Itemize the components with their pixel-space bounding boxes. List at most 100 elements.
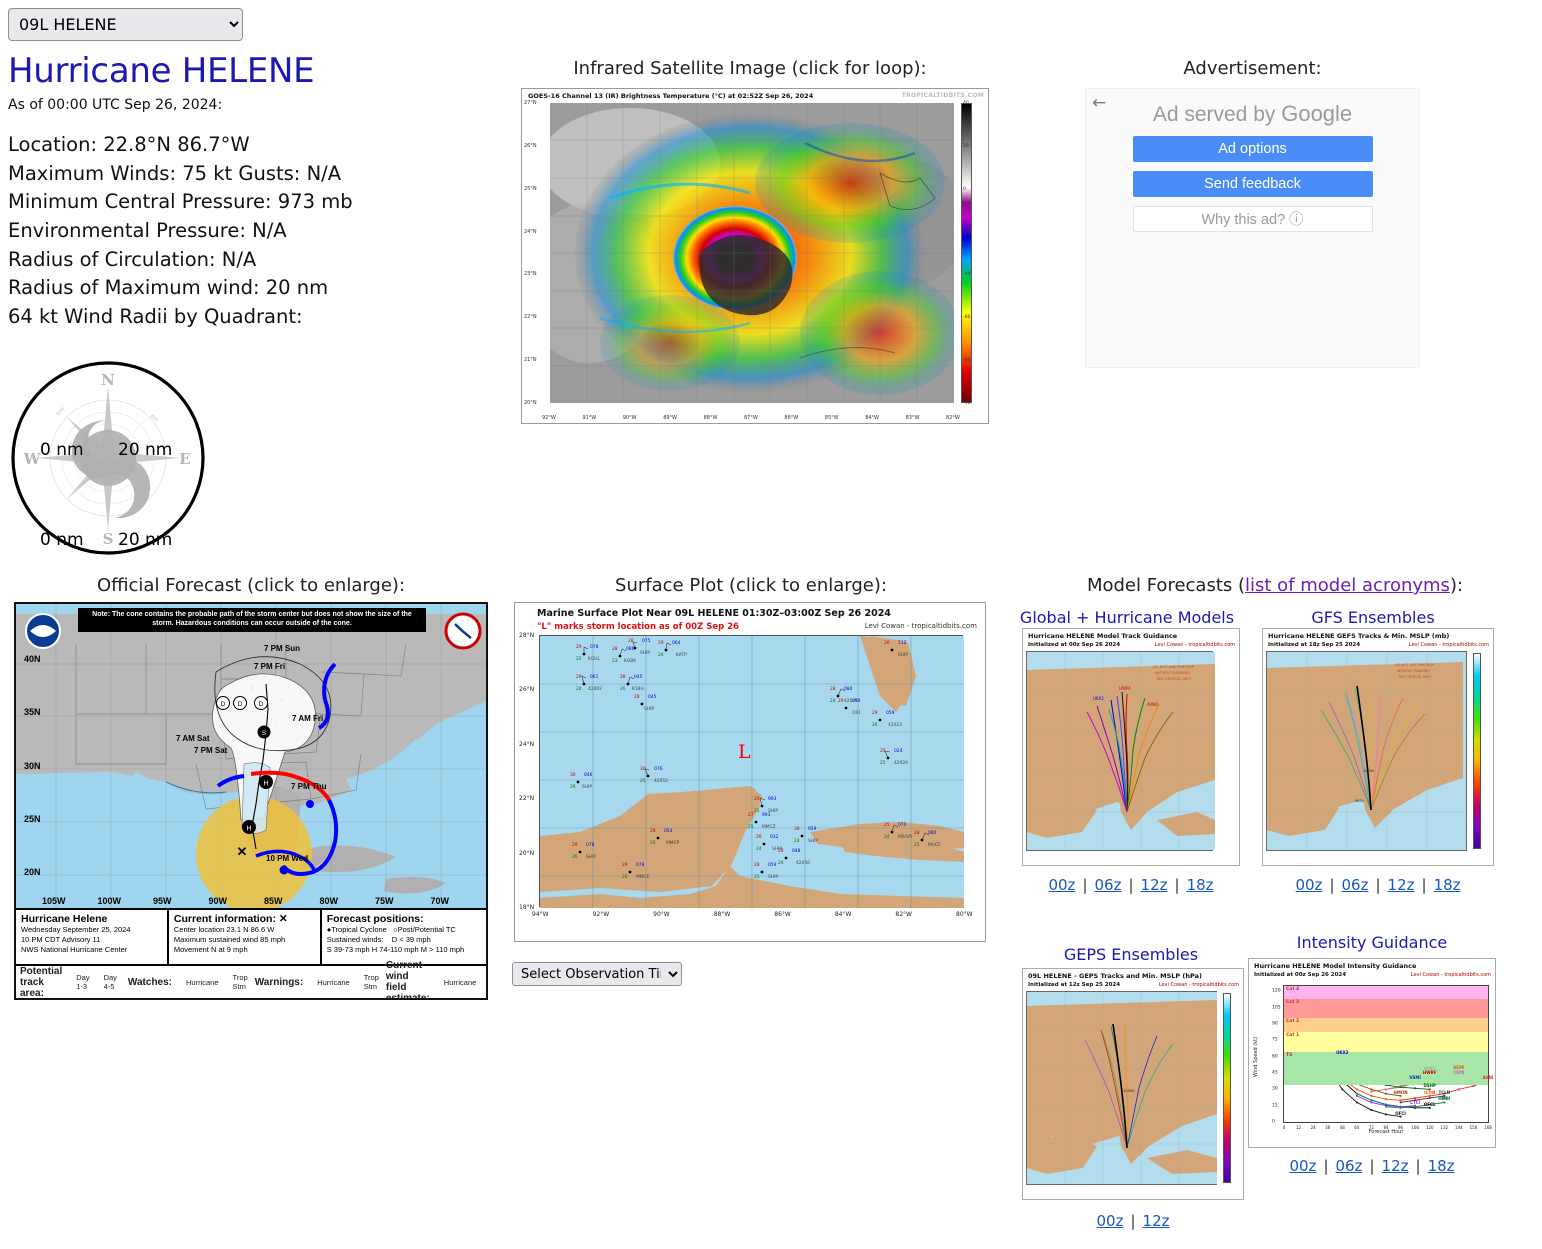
cone-track-label: 10 PM Wed xyxy=(266,854,309,863)
svg-text:29: 29 xyxy=(576,674,582,680)
svg-text:26: 26 xyxy=(572,854,578,860)
satellite-lon-tick: 90°W xyxy=(622,415,637,421)
svg-text:✕: ✕ xyxy=(237,844,248,859)
cone-lon-tick: 75W xyxy=(375,896,394,906)
hour-link-18z[interactable]: 18z xyxy=(1434,876,1461,894)
hour-link-06z[interactable]: 06z xyxy=(1095,876,1122,894)
intensity-data-point xyxy=(1399,1099,1402,1102)
back-arrow-icon[interactable]: ← xyxy=(1092,95,1106,112)
official-forecast-caption: Official Forecast (click to enlarge): xyxy=(96,575,406,596)
satellite-lon-tick: 86°W xyxy=(784,415,799,421)
svg-text:27: 27 xyxy=(748,812,754,818)
hour-link-12z[interactable]: 12z xyxy=(1143,1212,1170,1230)
hour-link-00z[interactable]: 00z xyxy=(1048,876,1075,894)
hour-link-12z[interactable]: 12z xyxy=(1388,876,1415,894)
svg-text:26: 26 xyxy=(622,874,628,880)
legend-day13: Day 1-3 xyxy=(76,973,90,991)
cone-track-label: 7 PM Fri xyxy=(254,662,286,671)
hour-link-00z[interactable]: 00z xyxy=(1289,1157,1316,1175)
svg-text:29: 29 xyxy=(658,640,664,646)
wind-radii-nw: 0 nm xyxy=(40,440,84,460)
hour-link-12z[interactable]: 12z xyxy=(1141,876,1168,894)
cone-lon-tick: 105W xyxy=(42,896,66,906)
model-forecasts-suffix: ): xyxy=(1449,575,1464,596)
hour-link-18z[interactable]: 18z xyxy=(1428,1157,1455,1175)
official-forecast-map[interactable]: D D D S H H ✕ Note: The cone contains th… xyxy=(14,602,488,1000)
panel-heading-intensity-guidance: Intensity Guidance xyxy=(1296,933,1448,952)
cone-lat-tick: 40N xyxy=(24,654,41,664)
compass-west-label: W xyxy=(23,450,42,468)
svg-text:25: 25 xyxy=(754,796,760,802)
intensity-y-tick: 75 xyxy=(1272,1037,1278,1043)
cone-disclaimer-note: Note: The cone contains the probable pat… xyxy=(78,608,426,632)
storm-selector[interactable]: 09L HELENE xyxy=(8,8,243,41)
page-title: Hurricane HELENE xyxy=(8,51,315,91)
svg-text:MMCZ: MMCZ xyxy=(762,824,776,830)
ad-options-button[interactable]: Ad options xyxy=(1132,136,1373,162)
hour-link-12z[interactable]: 12z xyxy=(1382,1157,1409,1175)
legend-max-wind: Maximum sustained wind 85 mph xyxy=(173,934,286,944)
model-image-title: Hurricane HELENE Model Track Guidance xyxy=(1028,632,1178,640)
intensity-data-point xyxy=(1370,1109,1373,1111)
why-this-ad-button[interactable]: Why this ad? ⓘ xyxy=(1132,206,1373,232)
model-acronyms-link[interactable]: list of model acronyms xyxy=(1245,575,1450,596)
satellite-cbar-tick: 0 xyxy=(963,186,966,192)
svg-text:080: 080 xyxy=(928,830,937,836)
hour-link-18z[interactable]: 18z xyxy=(1187,876,1214,894)
model-track-guidance-image[interactable]: Hurricane HELENE Model Track Guidance In… xyxy=(1022,628,1240,866)
cone-track-label: 7 PM Thu xyxy=(291,782,327,791)
hour-link-06z[interactable]: 06z xyxy=(1342,876,1369,894)
satellite-lon-tick: 85°W xyxy=(824,415,839,421)
intensity-data-point xyxy=(1355,1088,1358,1091)
svg-text:AVNO: AVNO xyxy=(1147,702,1158,707)
model-image-subtitle: Initialized at 00z Sep 26 2024 xyxy=(1028,642,1121,648)
intensity-data-point xyxy=(1385,1088,1387,1091)
wind-radii-ne: 20 nm xyxy=(118,440,173,460)
svg-text:25: 25 xyxy=(914,842,920,848)
svg-text:K18H: K18H xyxy=(632,686,644,692)
intensity-data-point xyxy=(1370,1090,1373,1093)
surface-plot-title: Marine Surface Plot Near 09L HELENE 01:3… xyxy=(537,608,891,619)
hour-link-00z[interactable]: 00z xyxy=(1295,876,1322,894)
hour-link-00z[interactable]: 00z xyxy=(1097,1212,1124,1230)
surface-plot-map: 29 28 28 29 29 28 28 30 30 28 29 25 27 29 28 30 28 2… xyxy=(539,635,964,908)
legend-agency: NWS National Hurricane Center xyxy=(21,944,128,954)
legend-warnings-title: Warnings: xyxy=(254,976,304,988)
legend-d-label: D < 39 mph xyxy=(391,934,431,944)
google-wordmark: Google xyxy=(1281,101,1353,126)
satellite-cbar-tick: -80 xyxy=(963,358,971,364)
surface-lon-tick: 80°W xyxy=(956,911,973,918)
cone-lat-tick: 20N xyxy=(24,867,41,877)
observation-time-select[interactable]: Select Observation Time... xyxy=(512,962,682,986)
svg-text:045: 045 xyxy=(648,694,657,700)
legend-post-potential: Post/Potential TC xyxy=(397,925,456,934)
intensity-guidance-chart[interactable]: Hurricane HELENE Model Intensity Guidanc… xyxy=(1248,958,1496,1148)
intensity-data-point xyxy=(1399,1106,1402,1109)
svg-text:MMCE: MMCE xyxy=(636,874,650,880)
legend-sustained-winds: Sustained winds: xyxy=(326,934,384,944)
model-forecasts-caption: Model Forecasts (list of model acronyms)… xyxy=(1010,575,1540,596)
svg-text:KATP: KATP xyxy=(676,652,687,658)
infrared-satellite-image[interactable]: GOES-16 Channel 13 (IR) Brightness Tempe… xyxy=(521,88,989,424)
ad-served-by-label: Ad served by Google xyxy=(1086,89,1419,127)
svg-text:25: 25 xyxy=(754,874,760,880)
svg-text:24: 24 xyxy=(794,838,800,844)
satellite-lon-tick: 83°W xyxy=(905,415,920,421)
svg-text:061: 061 xyxy=(590,674,599,680)
hour-link-06z[interactable]: 06z xyxy=(1336,1157,1363,1175)
intensity-data-point xyxy=(1370,1095,1373,1097)
geps-tracks-image[interactable]: 09L HELENE - GEPS Tracks and Min. MSLP (… xyxy=(1022,968,1244,1200)
intensity-x-axis-label: Forecast Hour xyxy=(1368,1129,1404,1135)
svg-text:28: 28 xyxy=(830,686,836,692)
gefs-tracks-image[interactable]: Hurricane HELENE GEFS Tracks & Min. MSLP… xyxy=(1262,628,1494,866)
send-feedback-button[interactable]: Send feedback xyxy=(1132,171,1373,197)
satellite-cbar-tick: -40 xyxy=(963,272,971,278)
svg-text:SHIP: SHIP xyxy=(768,874,778,880)
intensity-data-point xyxy=(1341,1088,1344,1091)
svg-text:DO NOT USE THIS MAP: DO NOT USE THIS MAP xyxy=(1153,665,1195,669)
intensity-y-axis-label: Wind Speed (kt) xyxy=(1253,1036,1259,1078)
legend-storm-name: Hurricane Helene xyxy=(21,913,108,925)
intensity-y-tick: 45 xyxy=(1272,1070,1278,1076)
surface-plot-caption: Surface Plot (click to enlarge): xyxy=(615,575,887,596)
surface-plot-image[interactable]: Marine Surface Plot Near 09L HELENE 01:3… xyxy=(514,602,986,942)
